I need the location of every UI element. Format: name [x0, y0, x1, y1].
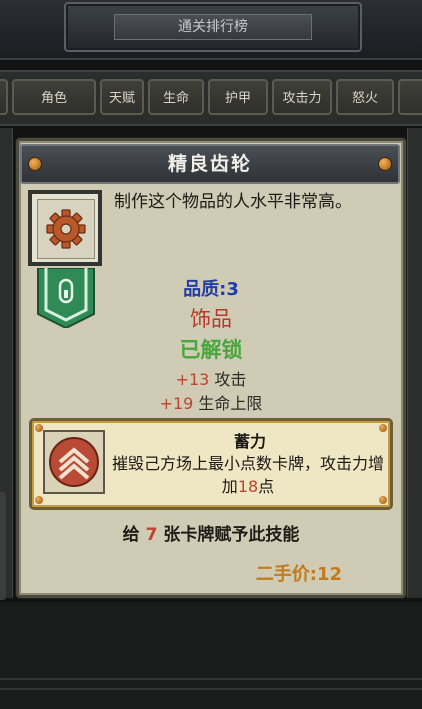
item-name-banner: 精良齿轮 — [20, 144, 400, 184]
bonus-attack: +13 攻击 — [0, 366, 422, 390]
tab-character[interactable]: 角色 — [12, 79, 96, 115]
gear-icon — [46, 209, 86, 249]
skill-icon-frame — [43, 430, 105, 494]
skill-desc-value: 18 — [237, 477, 259, 496]
bonus-attack-label: 攻击 — [214, 370, 247, 389]
skill-name: 蓄力 — [233, 432, 266, 451]
item-name: 精良齿轮 — [167, 153, 252, 175]
tab-armor[interactable]: 护甲 — [208, 79, 268, 115]
item-category: 饰品 — [190, 307, 232, 331]
price-label: 二手价: — [255, 564, 317, 585]
unlock-status: 已解锁 — [179, 338, 243, 362]
tab-attack[interactable]: 攻击力 — [272, 79, 332, 115]
quality-value: 3 — [226, 279, 239, 300]
leaderboard-plaque[interactable]: 通关排行榜 — [64, 2, 362, 52]
leaderboard-title: 通关排行榜 — [114, 14, 312, 40]
tab-talent[interactable]: 天赋 — [100, 79, 144, 115]
tab-health[interactable]: 生命 — [148, 79, 204, 115]
grant-suffix: 张卡牌赋予此技能 — [157, 525, 300, 545]
bonus-max-health-label: 生命上限 — [198, 394, 263, 413]
price-value: 12 — [316, 564, 342, 585]
grant-count: 7 — [145, 525, 158, 545]
chevron-up-icon — [49, 437, 99, 487]
item-description: 制作这个物品的人水平非常高。 — [114, 192, 352, 212]
bonus-attack-value: +13 — [175, 370, 210, 389]
tab-rage[interactable]: 怒火 — [336, 79, 394, 115]
resale-price: 二手价:12 — [256, 560, 342, 586]
scrollbar[interactable] — [0, 492, 6, 600]
tab-partial-right[interactable] — [398, 79, 422, 115]
grant-prefix: 给 — [122, 525, 146, 545]
quality-label: 品质: — [183, 279, 227, 300]
item-quality: 品质:3 — [0, 275, 422, 301]
bonus-max-health-value: +19 — [159, 394, 194, 413]
bottom-band — [0, 602, 422, 709]
bonus-max-health: +19 生命上限 — [0, 390, 422, 414]
tab-partial-left[interactable] — [0, 79, 8, 115]
skill-description: 摧毁己方场上最小点数卡牌，攻击力增加18点 — [110, 452, 386, 498]
grant-skill-text: 给 7 张卡牌赋予此技能 — [0, 520, 422, 545]
skill-desc-suffix: 点 — [258, 477, 275, 496]
item-icon-frame — [28, 190, 102, 266]
tabs-row: 角色 天赋 生命 护甲 攻击力 怒火 — [0, 70, 422, 126]
